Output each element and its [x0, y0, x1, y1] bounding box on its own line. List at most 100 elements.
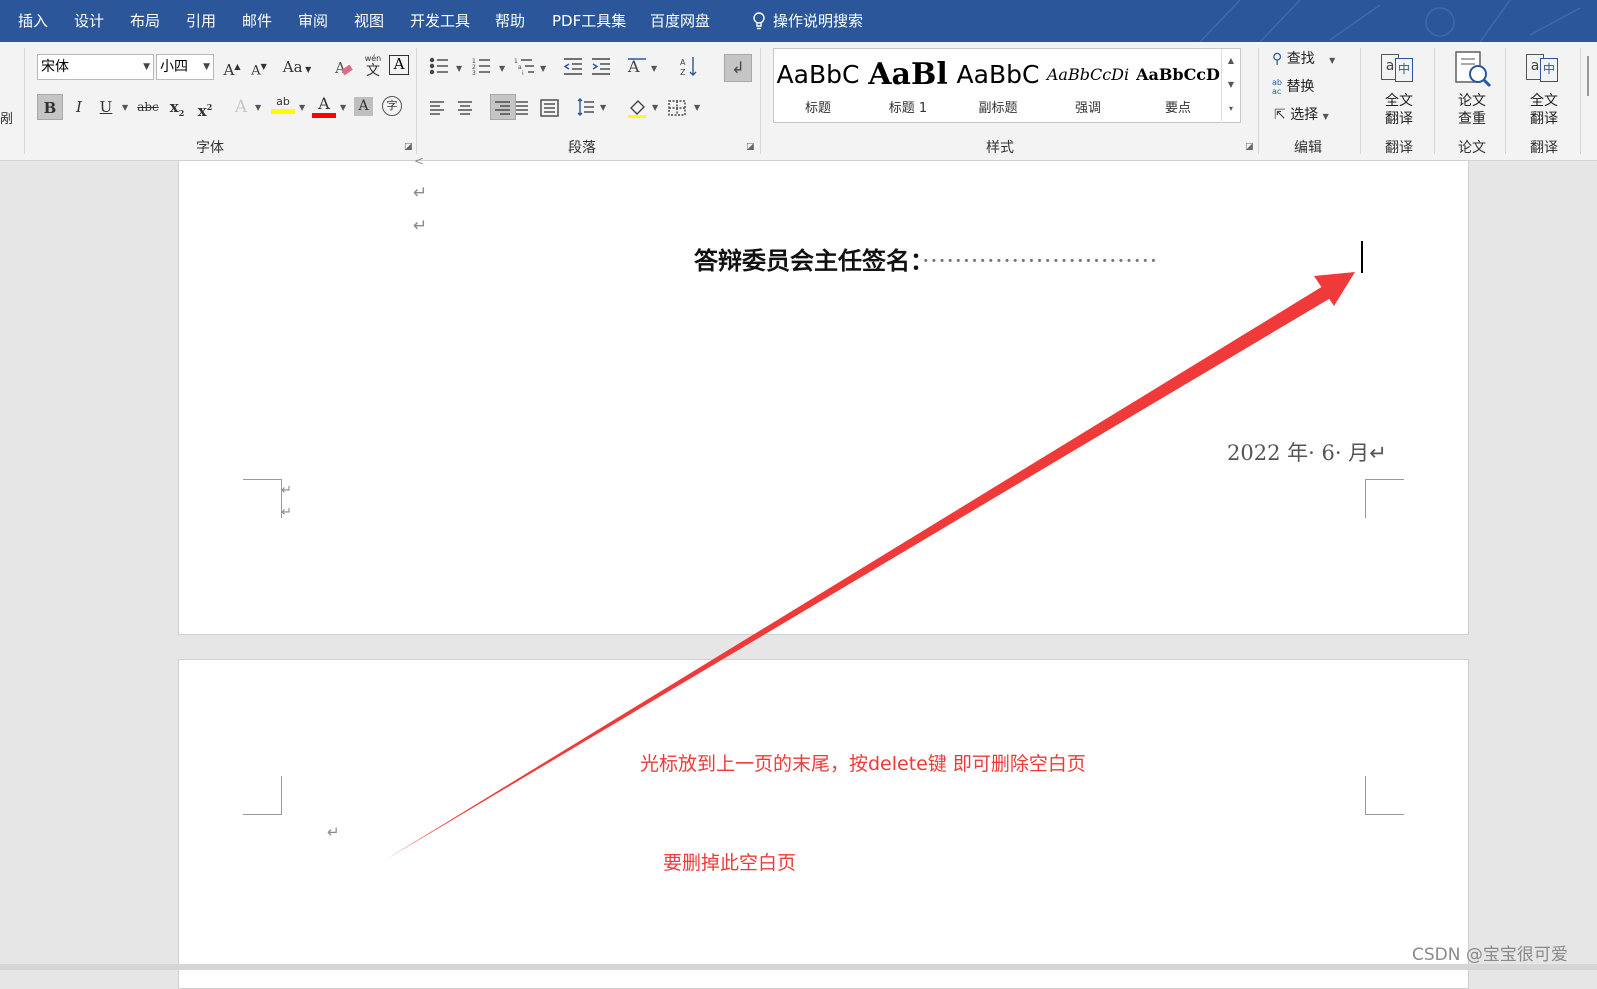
strikethrough-button[interactable]: abc: [135, 94, 161, 120]
gallery-scroll-down-icon[interactable]: ▼: [1221, 73, 1240, 97]
bold-button[interactable]: B: [37, 94, 63, 120]
paragraph-dialog-launcher-icon[interactable]: ◪: [746, 142, 756, 152]
style-name: 标题 1: [888, 101, 928, 116]
superscript-button[interactable]: x2: [192, 94, 218, 120]
chevron-down-icon[interactable]: ▼: [255, 103, 261, 112]
grow-font-button[interactable]: A▲: [219, 54, 245, 80]
tab-review[interactable]: 审阅: [298, 0, 328, 42]
chevron-down-icon[interactable]: ▼: [143, 55, 150, 79]
svg-text:i: i: [522, 70, 524, 77]
style-heading-1[interactable]: AaBl 标题 1: [864, 49, 952, 122]
chevron-down-icon[interactable]: ▼: [651, 64, 657, 73]
chevron-down-icon[interactable]: ▼: [203, 55, 210, 79]
select-button[interactable]: ⇱ 选择 ▼: [1274, 104, 1329, 126]
tab-pdf-tools[interactable]: PDF工具集: [552, 0, 626, 42]
paragraph-mark: ↵: [327, 823, 340, 841]
font-size-combo[interactable]: 小四 ▼: [156, 54, 214, 80]
search-icon: ⚲: [1272, 51, 1283, 67]
character-shading-button[interactable]: A: [354, 97, 373, 116]
tab-developer[interactable]: 开发工具: [410, 0, 470, 42]
shrink-font-button[interactable]: A▼: [246, 54, 272, 80]
styles-group-label: 样式: [986, 140, 1014, 156]
signature-line: 答辩委员会主任签名：·····························: [694, 241, 1158, 276]
tab-design[interactable]: 设计: [74, 0, 104, 42]
date-line: 2022 年· 6· 月↵: [1227, 437, 1387, 467]
distributed-icon: [540, 99, 559, 117]
tab-insert[interactable]: 插入: [18, 0, 48, 42]
chevron-down-icon[interactable]: ▼: [499, 64, 505, 73]
justify-icon: [514, 101, 528, 115]
paragraph-mark: ↵: [1369, 441, 1387, 465]
watermark: CSDN @宝宝很可爱: [1412, 945, 1568, 965]
gallery-scroll-up-icon[interactable]: ▲: [1221, 49, 1240, 73]
thesis-check-button[interactable]: 论文 查重: [1448, 46, 1496, 136]
subscript-icon: x: [169, 98, 179, 116]
text-effects-button[interactable]: A: [228, 94, 254, 120]
font-color-swatch: [312, 113, 336, 118]
style-title[interactable]: AaBbC 标题: [774, 49, 862, 122]
style-emphasis[interactable]: AaBbCcDi 强调: [1044, 49, 1132, 122]
chevron-down-icon[interactable]: ▼: [122, 103, 128, 112]
tab-help[interactable]: 帮助: [495, 0, 525, 42]
underline-button[interactable]: U: [93, 94, 119, 120]
signature-dots: ·····························: [922, 247, 1158, 275]
style-strong[interactable]: AaBbCcD 要点: [1134, 49, 1222, 122]
font-group-label: 字体: [196, 140, 224, 156]
tab-mailings[interactable]: 邮件: [242, 0, 272, 42]
replace-label: 替换: [1286, 79, 1315, 95]
editing-group-label: 编辑: [1294, 140, 1322, 156]
chevron-down-icon[interactable]: ▼: [652, 103, 658, 112]
align-right-button[interactable]: [490, 94, 516, 120]
highlight-button[interactable]: ab: [271, 95, 295, 119]
chevron-down-icon[interactable]: ▼: [299, 103, 305, 112]
chevron-down-icon[interactable]: ▼: [1323, 112, 1329, 121]
full-text-translate-button-2[interactable]: a 中 全文 翻译: [1520, 46, 1568, 136]
bullets-icon: [429, 57, 448, 75]
tab-baidu-netdisk[interactable]: 百度网盘: [650, 0, 710, 42]
style-sample: AaBl: [868, 57, 948, 92]
gallery-more-icon[interactable]: ▾: [1221, 97, 1240, 121]
chevron-down-icon[interactable]: ▼: [540, 64, 546, 73]
tab-layout[interactable]: 布局: [130, 0, 160, 42]
chevron-down-icon[interactable]: ▼: [1329, 56, 1335, 65]
change-case-button[interactable]: Aa ▼: [280, 54, 314, 80]
styles-dialog-launcher-icon[interactable]: ◪: [1245, 142, 1255, 152]
document-page-1[interactable]: < ↵ ↵ 答辩委员会主任签名：························…: [178, 154, 1469, 635]
tab-references[interactable]: 引用: [186, 0, 216, 42]
chevron-down-icon[interactable]: ▼: [456, 64, 462, 73]
chinese-layout-icon: A: [627, 57, 646, 76]
tell-me-search[interactable]: 操作说明搜索: [773, 0, 863, 42]
font-name-combo[interactable]: 宋体 ▼: [37, 54, 154, 80]
style-name: 标题: [804, 101, 831, 116]
clear-formatting-icon[interactable]: A: [334, 58, 354, 78]
show-paragraph-marks-button[interactable]: ↲: [724, 54, 752, 82]
translate-group-label: 翻译: [1385, 140, 1413, 156]
font-color-button[interactable]: A: [312, 94, 336, 120]
phonetic-guide-button[interactable]: wén 文: [362, 54, 384, 79]
highlight-color-swatch: [271, 109, 295, 114]
enclose-characters-button[interactable]: 字: [382, 96, 402, 116]
status-bar-edge: [0, 964, 1597, 970]
replace-button[interactable]: ab ac 替换: [1272, 76, 1314, 98]
chevron-down-icon[interactable]: ▼: [600, 103, 606, 112]
translate-icon-cn: 中: [1395, 58, 1413, 82]
tab-view[interactable]: 视图: [354, 0, 384, 42]
italic-button[interactable]: I: [66, 94, 92, 120]
margin-corner-top-left: [243, 776, 282, 815]
chevron-down-icon[interactable]: ▼: [694, 103, 700, 112]
subscript-button[interactable]: x2: [164, 94, 190, 120]
style-sample: AaBbC: [776, 60, 860, 89]
full-text-translate-button[interactable]: a 中 全文 翻译: [1375, 46, 1423, 136]
style-name: 要点: [1164, 101, 1191, 116]
font-dialog-launcher-icon[interactable]: ◪: [404, 142, 414, 152]
document-page-2-blank[interactable]: ↵: [178, 659, 1469, 989]
find-button[interactable]: ⚲ 查找 ▼: [1272, 48, 1335, 70]
thesis-label-line2: 查重: [1458, 111, 1486, 127]
replace-icon: ab ac: [1272, 78, 1282, 96]
thesis-group-label: 论文: [1458, 140, 1486, 156]
character-border-button[interactable]: A: [389, 55, 409, 75]
translate-label-line1: 全文: [1385, 93, 1413, 109]
paragraph-mark: ↵: [413, 183, 428, 203]
style-subtitle[interactable]: AaBbC 副标题: [954, 49, 1042, 122]
chevron-down-icon[interactable]: ▼: [340, 103, 346, 112]
